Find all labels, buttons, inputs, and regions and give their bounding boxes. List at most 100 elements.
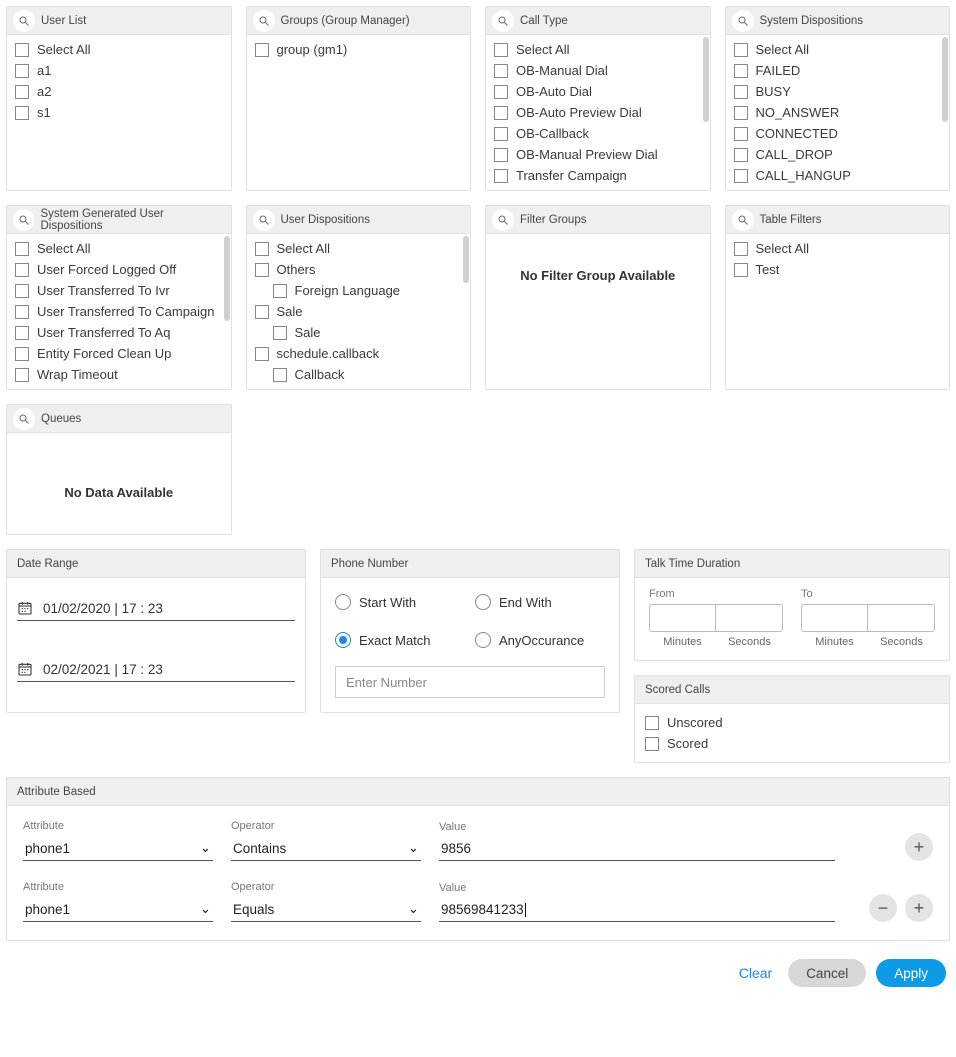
list-item[interactable]: Select All (726, 238, 950, 259)
checkbox-icon[interactable] (15, 64, 29, 78)
list-item[interactable]: Unscored (637, 712, 947, 733)
list-item[interactable]: Foreign Language (247, 280, 471, 301)
radio-icon[interactable] (475, 594, 491, 610)
list-item[interactable]: Wrap Timeout (7, 364, 231, 385)
list-item[interactable]: Select All (7, 39, 231, 60)
checkbox-icon[interactable] (494, 148, 508, 162)
from-inputs[interactable] (649, 604, 783, 632)
radio-end-with[interactable]: End With (475, 594, 605, 610)
date-to-input[interactable]: 02/02/2021 | 17 : 23 (17, 655, 295, 682)
radio-exact-match[interactable]: Exact Match (335, 632, 465, 648)
value-input[interactable]: 98569841233 (439, 898, 835, 922)
checkbox-icon[interactable] (255, 347, 269, 361)
checkbox-icon[interactable] (494, 85, 508, 99)
search-icon[interactable] (253, 10, 275, 32)
search-icon[interactable] (13, 10, 35, 32)
list-item[interactable]: Select All (486, 39, 710, 60)
list-item[interactable]: BUSY (726, 81, 950, 102)
checkbox-icon[interactable] (15, 263, 29, 277)
checkbox-icon[interactable] (15, 368, 29, 382)
checkbox-icon[interactable] (494, 64, 508, 78)
list-item[interactable]: OB-Auto Dial (486, 81, 710, 102)
panel-body[interactable]: Select All FAILED BUSY NO_ANSWER CONNECT… (726, 35, 950, 190)
checkbox-icon[interactable] (15, 284, 29, 298)
radio-icon[interactable] (335, 594, 351, 610)
list-item[interactable]: OB-Auto Preview Dial (486, 102, 710, 123)
checkbox-icon[interactable] (15, 242, 29, 256)
search-icon[interactable] (253, 209, 275, 231)
checkbox-icon[interactable] (15, 85, 29, 99)
checkbox-icon[interactable] (734, 263, 748, 277)
attribute-select[interactable]: phone1⌄ (23, 897, 213, 922)
list-item[interactable]: a2 (7, 81, 231, 102)
number-input[interactable]: Enter Number (335, 666, 605, 698)
search-icon[interactable] (732, 10, 754, 32)
checkbox-icon[interactable] (494, 106, 508, 120)
radio-any-occurance[interactable]: AnyOccurance (475, 632, 605, 648)
checkbox-icon[interactable] (645, 737, 659, 751)
list-item[interactable]: Sale (247, 301, 471, 322)
list-item[interactable]: s1 (7, 102, 231, 123)
attribute-select[interactable]: phone1⌄ (23, 836, 213, 861)
checkbox-icon[interactable] (273, 368, 287, 382)
checkbox-icon[interactable] (734, 148, 748, 162)
remove-row-button[interactable]: − (869, 894, 897, 922)
list-item[interactable]: NO_ANSWER (726, 102, 950, 123)
checkbox-icon[interactable] (494, 127, 508, 141)
date-from-input[interactable]: 01/02/2020 | 17 : 23 (17, 594, 295, 621)
panel-body[interactable]: Select All User Forced Logged Off User T… (7, 234, 231, 389)
checkbox-icon[interactable] (15, 347, 29, 361)
checkbox-icon[interactable] (494, 169, 508, 183)
search-icon[interactable] (13, 209, 34, 231)
checkbox-icon[interactable] (734, 85, 748, 99)
checkbox-icon[interactable] (15, 106, 29, 120)
operator-select[interactable]: Equals⌄ (231, 897, 421, 922)
search-icon[interactable] (13, 408, 35, 430)
checkbox-icon[interactable] (273, 284, 287, 298)
checkbox-icon[interactable] (645, 716, 659, 730)
clear-button[interactable]: Clear (733, 959, 778, 987)
list-item[interactable]: a1 (7, 60, 231, 81)
list-item[interactable]: Others (247, 259, 471, 280)
list-item[interactable]: Select All (726, 39, 950, 60)
list-item[interactable]: Sale (247, 322, 471, 343)
list-item[interactable]: CONNECTED (726, 123, 950, 144)
search-icon[interactable] (732, 209, 754, 231)
checkbox-icon[interactable] (734, 127, 748, 141)
list-item[interactable]: User Transferred To Aq (7, 322, 231, 343)
checkbox-icon[interactable] (734, 106, 748, 120)
search-icon[interactable] (492, 209, 514, 231)
checkbox-icon[interactable] (255, 305, 269, 319)
list-item[interactable]: Scored (637, 733, 947, 754)
radio-icon[interactable] (335, 632, 351, 648)
list-item[interactable]: OB-Manual Preview Dial (486, 144, 710, 165)
list-item[interactable]: User Forced Logged Off (7, 259, 231, 280)
list-item[interactable]: CALL_DROP (726, 144, 950, 165)
apply-button[interactable]: Apply (876, 959, 946, 987)
checkbox-icon[interactable] (15, 326, 29, 340)
panel-body[interactable]: Select All OB-Manual Dial OB-Auto Dial O… (486, 35, 710, 190)
checkbox-icon[interactable] (494, 43, 508, 57)
checkbox-icon[interactable] (15, 305, 29, 319)
checkbox-icon[interactable] (15, 43, 29, 57)
radio-start-with[interactable]: Start With (335, 594, 465, 610)
list-item[interactable]: Select All (247, 238, 471, 259)
list-item[interactable]: FAILED (726, 60, 950, 81)
list-item[interactable]: Entity Forced Clean Up (7, 343, 231, 364)
checkbox-icon[interactable] (734, 242, 748, 256)
add-row-button[interactable]: + (905, 833, 933, 861)
list-item[interactable]: User Transferred To Campaign (7, 301, 231, 322)
operator-select[interactable]: Contains⌄ (231, 836, 421, 861)
list-item[interactable]: User Transferred To Ivr (7, 280, 231, 301)
radio-icon[interactable] (475, 632, 491, 648)
search-icon[interactable] (492, 10, 514, 32)
list-item[interactable]: OB-Callback (486, 123, 710, 144)
checkbox-icon[interactable] (273, 326, 287, 340)
list-item[interactable]: group (gm1) (247, 39, 471, 60)
list-item[interactable]: Test (726, 259, 950, 280)
list-item[interactable]: CALL_HANGUP (726, 165, 950, 186)
list-item[interactable]: Select All (7, 238, 231, 259)
checkbox-icon[interactable] (255, 43, 269, 57)
list-item[interactable]: schedule.callback (247, 343, 471, 364)
cancel-button[interactable]: Cancel (788, 959, 866, 987)
